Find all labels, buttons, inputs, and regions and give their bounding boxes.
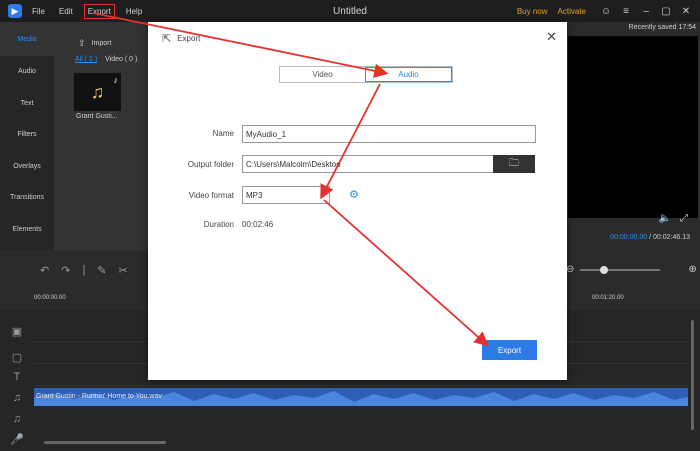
ruler-label: 00:00:00.00 xyxy=(34,295,66,301)
chevron-down-icon: ▾ xyxy=(321,191,325,198)
menu-icon[interactable]: ≡ xyxy=(616,6,636,17)
audio-track-2-icon: ♫ xyxy=(12,413,22,425)
import-button[interactable]: ⇪ Import xyxy=(78,38,111,49)
maximize-icon[interactable]: ▢ xyxy=(656,6,676,17)
import-icon: ⇪ xyxy=(78,38,86,48)
sidebar-item-transitions[interactable]: Transitions xyxy=(0,182,54,214)
video-format-label: Video format xyxy=(188,191,234,200)
zoom-control: ⊖ ⊕ xyxy=(566,264,697,275)
minimize-icon[interactable]: – xyxy=(636,6,656,17)
tab-video[interactable]: Video xyxy=(280,67,365,82)
video-track-icon: ▣ xyxy=(11,325,23,338)
zoom-out-icon[interactable]: ⊖ xyxy=(566,264,574,275)
vertical-scrollbar[interactable] xyxy=(691,320,694,430)
horizontal-scrollbar[interactable] xyxy=(44,441,166,444)
duration-label: Duration xyxy=(203,220,234,229)
output-folder-input[interactable]: C:\Users\Malcolm\Desktop xyxy=(242,155,494,173)
sidebar-item-media[interactable]: Media xyxy=(0,22,54,56)
menu-help[interactable]: Help xyxy=(124,5,144,18)
browse-folder-button[interactable]: 🗀 xyxy=(493,155,535,173)
undo-icon[interactable]: ↶ xyxy=(40,264,49,277)
format-select[interactable]: MP3 ▾ xyxy=(242,186,330,204)
sidebar-item-audio[interactable]: Audio xyxy=(0,56,54,88)
audio-badge-icon: ♪ xyxy=(113,75,119,85)
menu-file[interactable]: File xyxy=(30,5,47,18)
menu-export[interactable]: Export xyxy=(83,3,115,19)
text-track-icon: T xyxy=(13,371,21,383)
divider: | xyxy=(82,264,86,276)
output-folder-label: Output folder xyxy=(187,160,234,169)
redo-icon[interactable]: ↷ xyxy=(61,264,70,277)
media-panel: ⇪ Import All ( 1 ) Video ( 0 ) ♫ ♪ Grant… xyxy=(54,22,148,250)
zoom-in-icon[interactable]: ⊕ xyxy=(688,264,696,275)
export-icon: ⇱ xyxy=(162,33,172,45)
buy-now-link[interactable]: Buy now xyxy=(517,7,548,16)
volume-icon[interactable]: 🔈 xyxy=(659,213,671,224)
edit-pen-icon[interactable]: ✎ xyxy=(97,264,106,277)
media-caption: Grant Gusti... xyxy=(76,113,118,120)
saved-status: Recently saved 17:54 xyxy=(628,24,696,31)
format-tabs: Video Audio xyxy=(279,66,453,83)
dialog-title: Export xyxy=(177,34,201,43)
duration-value: 00:02:46 xyxy=(242,220,274,229)
left-sidebar: Media Audio Text Filters Overlays Transi… xyxy=(0,22,54,250)
menu-bar: File Edit Export Help xyxy=(30,3,154,19)
audio-clip[interactable]: Grant Gustin - Runnin' Home to You.wav xyxy=(34,388,688,406)
name-input[interactable]: MyAudio_1 xyxy=(242,125,536,143)
close-icon[interactable]: ✕ xyxy=(546,29,557,45)
export-button[interactable]: Export xyxy=(482,340,537,360)
voice-track-icon: 🎤 xyxy=(10,433,24,446)
name-label: Name xyxy=(212,129,234,138)
menu-edit[interactable]: Edit xyxy=(57,5,75,18)
account-icon[interactable]: ☺ xyxy=(596,6,616,17)
activate-link[interactable]: Activate xyxy=(558,7,586,16)
filter-all-tab[interactable]: All ( 1 ) xyxy=(75,56,97,63)
sidebar-item-overlays[interactable]: Overlays xyxy=(0,151,54,183)
sidebar-item-filters[interactable]: Filters xyxy=(0,119,54,151)
fullscreen-icon[interactable]: ⤢ xyxy=(680,213,688,224)
current-time: 00:00:00.00 xyxy=(610,234,648,241)
app-logo-icon: ▶ xyxy=(8,4,22,18)
zoom-slider-knob[interactable] xyxy=(600,265,609,274)
time-separator: / xyxy=(649,234,652,241)
audio-clip-label: Grant Gustin - Runnin' Home to You.wav xyxy=(36,393,162,400)
sidebar-item-elements[interactable]: Elements xyxy=(0,214,54,246)
cut-icon[interactable]: ✂ xyxy=(119,264,128,277)
title-bar: ▶ File Edit Export Help Untitled Buy now… xyxy=(0,0,700,22)
media-thumbnail[interactable]: ♫ ♪ xyxy=(74,73,121,111)
audio-track-icon: ♫ xyxy=(12,392,22,404)
tab-audio[interactable]: Audio xyxy=(365,67,452,82)
folder-icon: 🗀 xyxy=(509,157,519,169)
zoom-slider[interactable] xyxy=(580,265,661,274)
format-select-value: MP3 xyxy=(246,190,263,200)
preview-panel: Recently saved 17:54 🔈 ⤢ 00:00:00.00 / 0… xyxy=(566,22,700,250)
close-window-icon[interactable]: ✕ xyxy=(676,6,696,17)
music-note-icon: ♫ xyxy=(90,81,105,102)
export-dialog: ⇱ Export ✕ Video Audio Name MyAudio_1 Ou… xyxy=(148,22,567,380)
preview-screen xyxy=(568,36,698,218)
pip-track-icon: ▢ xyxy=(11,351,23,364)
gear-icon[interactable]: ⚙ xyxy=(349,188,359,201)
ruler-label: 00:01:20.00 xyxy=(592,295,624,301)
filter-video-tab[interactable]: Video ( 0 ) xyxy=(105,56,137,63)
import-label: Import xyxy=(91,40,112,47)
sidebar-item-text[interactable]: Text xyxy=(0,88,54,120)
total-time: 00:02:46.13 xyxy=(653,234,690,241)
